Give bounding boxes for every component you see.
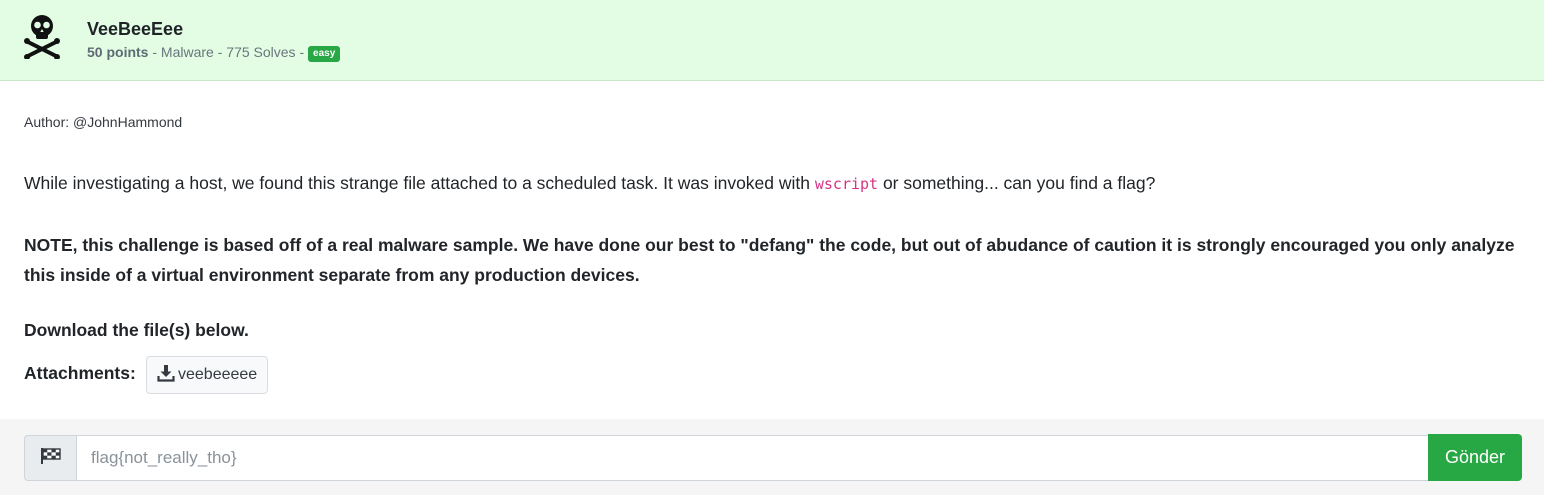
- challenge-description: While investigating a host, we found thi…: [24, 172, 1524, 195]
- attachment-filename: veebeeeee: [178, 366, 258, 383]
- flag-input[interactable]: [76, 435, 1429, 481]
- solves-count: 775 Solves: [226, 44, 296, 60]
- attachments-label: Attachments:: [24, 363, 136, 383]
- challenge-meta: 50 points - Malware - 775 Solves - easy: [87, 44, 341, 62]
- flag-addon: [24, 435, 76, 481]
- challenge-title: VeeBeeEee: [87, 19, 184, 39]
- warning-note: NOTE, this challenge is based off of a r…: [24, 235, 1515, 285]
- difficulty-badge: easy: [308, 46, 341, 62]
- author-line: Author: @JohnHammond: [24, 114, 183, 130]
- meta-separator: -: [295, 44, 309, 60]
- description-text-end: or something... can you find a flag?: [878, 173, 1156, 193]
- skull-crossbones-icon: [22, 13, 62, 60]
- description-text: While investigating a host, we found thi…: [24, 173, 815, 193]
- category-label: Malware: [160, 44, 214, 60]
- points-value: 50 points: [87, 44, 149, 60]
- inline-code: wscript: [814, 175, 879, 193]
- meta-separator: -: [213, 44, 227, 60]
- attachment-download-button[interactable]: veebeeeee: [146, 356, 268, 394]
- checkered-flag-icon: [40, 447, 62, 470]
- challenge-header: VeeBeeEee 50 points - Malware - 775 Solv…: [0, 0, 1544, 81]
- download-icon: [157, 364, 178, 387]
- download-instruction: Download the file(s) below.: [24, 320, 249, 340]
- meta-separator: -: [148, 44, 161, 60]
- submit-button[interactable]: Gönder: [1428, 434, 1522, 481]
